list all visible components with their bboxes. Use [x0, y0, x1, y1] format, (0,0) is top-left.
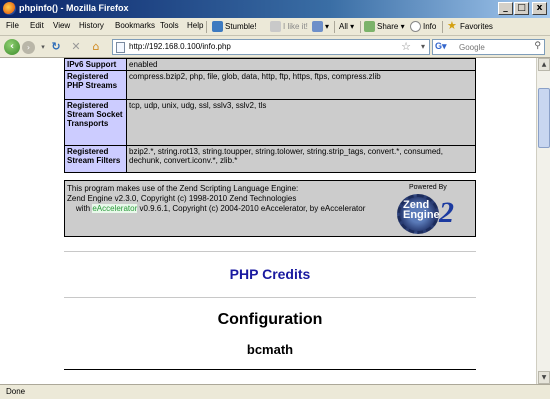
row-value: bzip2.*, string.rot13, string.toupper, s… — [126, 145, 476, 173]
menu-tools[interactable]: Tools — [160, 21, 179, 30]
stumble-button[interactable]: Stumble! — [212, 20, 257, 34]
search-box[interactable]: G▾ ⚲ — [432, 39, 545, 55]
ilike-button[interactable]: I like it! — [270, 20, 308, 34]
share-icon — [364, 21, 375, 33]
toolbar-separator — [334, 21, 335, 33]
table-row: Registered PHP Streams compress.bzip2, p… — [64, 70, 476, 100]
scroll-down-arrow[interactable]: ▼ — [538, 371, 550, 384]
divider — [64, 251, 476, 252]
all-label: All — [339, 22, 348, 31]
forward-arrow-icon: › — [26, 43, 31, 52]
zend-line-3-suffix: v0.9.6.1, Copyright (c) 2004-2010 eAccel… — [137, 204, 366, 213]
eaccelerator-link[interactable]: eAccelerator — [92, 204, 138, 213]
scroll-thumb[interactable] — [538, 88, 550, 148]
row-value: compress.bzip2, php, file, glob, data, h… — [126, 70, 476, 100]
history-dropdown[interactable]: ▾ — [37, 41, 49, 53]
powered-by-label: Powered By — [409, 184, 447, 191]
row-value: tcp, udp, unix, udg, ssl, sslv3, sslv2, … — [126, 99, 476, 146]
toolbar-separator — [206, 21, 207, 33]
close-button[interactable]: x — [532, 2, 547, 15]
zend-logo-text: Zend Engine — [403, 200, 440, 221]
configuration-heading: Configuration — [217, 311, 323, 328]
window-title: phpinfo() - Mozilla Firefox — [19, 3, 129, 13]
bcmath-heading: bcmath — [246, 342, 294, 357]
ilike-label: I like it! — [283, 22, 308, 31]
divider — [64, 297, 476, 298]
thumbs-down-button[interactable]: ▾ — [312, 20, 329, 34]
bcmath-table-top — [64, 369, 476, 384]
zend-engine-logo[interactable]: Powered By Zend Engine 2 — [395, 184, 473, 234]
search-icon[interactable]: ⚲ — [534, 41, 541, 51]
navigation-toolbar: ‹ › ▾ ↻ ✕ ⌂ http://192.168.0.100/info.ph… — [0, 36, 550, 58]
maximize-button[interactable]: □ — [514, 2, 529, 15]
menu-help[interactable]: Help — [187, 21, 203, 30]
row-value: enabled — [126, 58, 476, 71]
menu-bookmarks[interactable]: Bookmarks — [115, 21, 155, 30]
menu-view[interactable]: View — [53, 21, 70, 30]
table-row: IPv6 Support enabled — [64, 58, 476, 71]
page-icon — [116, 42, 125, 53]
google-icon[interactable]: G▾ — [435, 41, 453, 53]
table-row: Registered Stream Filters bzip2.*, strin… — [64, 145, 476, 173]
star-icon: ★ — [447, 20, 457, 33]
info-button[interactable]: Info — [410, 20, 436, 34]
thumbs-up-icon — [270, 21, 281, 33]
bookmark-star-icon[interactable]: ☆ — [401, 40, 411, 53]
status-bar: Done — [0, 384, 550, 399]
search-input[interactable] — [459, 41, 531, 53]
stop-icon[interactable]: ✕ — [70, 41, 82, 53]
stumble-label: Stumble! — [225, 22, 257, 31]
toolbar-separator — [360, 21, 361, 33]
share-label: Share — [377, 22, 399, 31]
home-icon[interactable]: ⌂ — [90, 41, 102, 53]
info-table: IPv6 Support enabled Registered PHP Stre… — [64, 58, 476, 173]
row-label: Registered Stream Socket Transports — [64, 99, 127, 146]
status-text: Done — [6, 387, 26, 396]
all-dropdown[interactable]: All ▾ — [339, 20, 354, 34]
stumble-icon — [212, 21, 223, 33]
row-label: Registered Stream Filters — [64, 145, 127, 173]
zend-line-3-prefix: with — [75, 204, 93, 213]
row-label: IPv6 Support — [64, 58, 127, 71]
info-label: Info — [423, 22, 437, 31]
back-button[interactable]: ‹ — [4, 39, 20, 55]
thumbs-down-icon — [312, 21, 323, 33]
toolbar-separator — [442, 21, 443, 33]
page-viewport: IPv6 Support enabled Registered PHP Stre… — [0, 58, 536, 384]
row-label: Registered PHP Streams — [64, 70, 127, 100]
php-credits-link[interactable]: PHP Credits — [64, 266, 476, 282]
info-icon — [410, 21, 421, 33]
zend-line-1: This program makes use of the Zend Scrip… — [67, 184, 299, 193]
window-titlebar: phpinfo() - Mozilla Firefox _ □ x — [0, 0, 550, 18]
favorites-label: Favorites — [460, 22, 493, 31]
menu-history[interactable]: History — [79, 21, 104, 30]
reload-icon[interactable]: ↻ — [50, 41, 62, 53]
scroll-up-arrow[interactable]: ▲ — [538, 58, 550, 71]
table-row: Registered Stream Socket Transports tcp,… — [64, 99, 476, 146]
menu-edit[interactable]: Edit — [30, 21, 44, 30]
favorites-button[interactable]: ★ Favorites — [447, 20, 493, 34]
share-button[interactable]: Share ▾ — [364, 20, 405, 34]
address-bar[interactable]: http://192.168.0.100/info.php ☆ ▾ — [112, 39, 430, 55]
zend-line-2: Zend Engine v2.3.0, Copyright (c) 1998-2… — [67, 194, 297, 203]
zend-text: This program makes use of the Zend Scrip… — [67, 184, 365, 214]
vertical-scrollbar[interactable]: ▲ ▼ — [536, 58, 550, 384]
minimize-button[interactable]: _ — [498, 2, 513, 15]
url-dropdown-icon[interactable]: ▾ — [421, 42, 425, 51]
menu-bar: File Edit View History Bookmarks Tools H… — [0, 18, 550, 36]
zend-logo-word-2: Engine — [403, 209, 440, 221]
url-text[interactable]: http://192.168.0.100/info.php — [129, 42, 231, 51]
zend-logo-number: 2 — [439, 196, 454, 229]
menu-file[interactable]: File — [6, 21, 19, 30]
zend-engine-box: This program makes use of the Zend Scrip… — [64, 180, 476, 237]
back-arrow-icon: ‹ — [9, 41, 15, 52]
forward-button[interactable]: › — [22, 41, 35, 54]
firefox-icon — [3, 2, 16, 15]
zend-line-3: with eAccelerator v0.9.6.1, Copyright (c… — [67, 204, 365, 214]
